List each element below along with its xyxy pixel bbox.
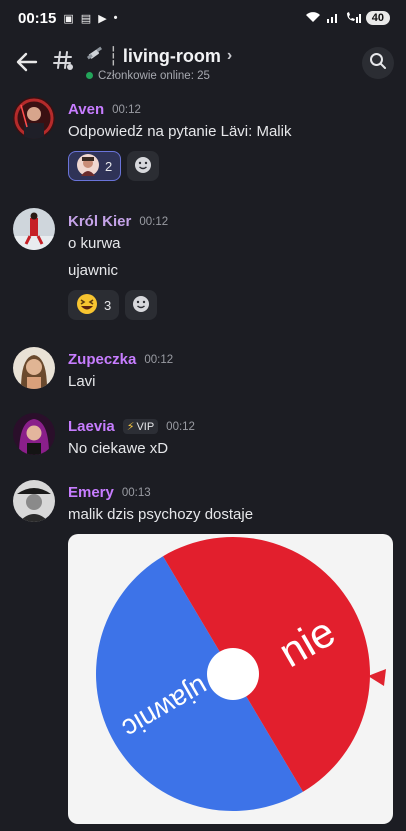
avatar[interactable] [13, 208, 55, 250]
notification-dot-icon: • [113, 12, 118, 24]
username[interactable]: Laevia [68, 418, 115, 435]
lightning-icon: ⚡ [126, 421, 135, 433]
vip-badge[interactable]: ⚡ VIP [122, 419, 159, 434]
add-reaction-icon [131, 294, 151, 317]
avatar[interactable] [13, 413, 55, 455]
signal-icon [326, 11, 340, 26]
message-text: Lavi [68, 373, 96, 390]
screenshot-icon: ▣ [63, 12, 74, 25]
reaction-count: 2 [105, 158, 113, 174]
call-signal-icon [345, 11, 361, 26]
message-text: No ciekawe xD [68, 440, 169, 457]
wheel-center [207, 648, 259, 700]
avatar[interactable] [13, 347, 55, 389]
satellite-emoji-icon [86, 45, 104, 68]
wheel-pointer-icon [368, 669, 386, 686]
reaction-chip[interactable]: 2 [68, 151, 122, 181]
avatar[interactable] [13, 480, 55, 522]
timestamp: 00:12 [144, 353, 174, 366]
channel-name: living-room [122, 45, 221, 66]
online-dot-icon [86, 72, 93, 79]
username[interactable]: Aven [68, 101, 104, 118]
members-online-count: Członkowie online: 25 [98, 69, 210, 82]
add-reaction-button[interactable] [125, 290, 158, 320]
battery-level: 40 [365, 11, 390, 25]
timestamp: 00:12 [112, 103, 141, 116]
username[interactable]: Zupeczka [68, 351, 136, 368]
channel-header: ┆ living-room › Członkowie online: 25 [0, 36, 406, 90]
avatar-emoji-icon [77, 153, 99, 179]
avatar[interactable] [13, 97, 55, 139]
gallery-icon: ▤ [80, 12, 92, 25]
chevron-right-icon: › [226, 47, 233, 64]
channel-info[interactable]: ┆ living-room › Członkowie online: 25 [86, 45, 362, 82]
message-text: o kurwa [68, 235, 121, 252]
reaction-count: 3 [104, 297, 112, 313]
youtube-icon: ▶ [98, 12, 107, 25]
message-text: Odpowiedź na pytanie Lävi: Malik [68, 123, 292, 140]
vip-badge-label: VIP [136, 420, 155, 433]
username[interactable]: Emery [68, 484, 114, 501]
reaction-chip[interactable]: 3 [68, 290, 120, 320]
timestamp: 00:13 [121, 486, 151, 499]
channel-hash-icon [52, 49, 80, 78]
message-text: ujawnic [68, 262, 119, 279]
message-text: malik dzis psychozy dostaje [68, 506, 254, 523]
back-arrow-icon[interactable] [16, 50, 48, 76]
timestamp: 00:12 [166, 420, 195, 433]
search-icon [369, 52, 387, 75]
add-reaction-icon [133, 155, 153, 178]
search-button[interactable] [362, 47, 394, 79]
status-bar: 00:15 ▣ ▤ ▶ • 40 [0, 0, 406, 36]
spin-wheel: nie ujawnic [96, 536, 386, 812]
username[interactable]: Król Kier [68, 213, 131, 230]
status-time: 00:15 [18, 9, 57, 27]
grin-squint-emoji-icon [76, 293, 98, 318]
add-reaction-button[interactable] [127, 151, 160, 181]
wifi-icon [305, 11, 321, 26]
timestamp: 00:12 [139, 215, 169, 228]
image-attachment[interactable]: nie ujawnic [68, 534, 393, 824]
divider-icon: ┆ [108, 45, 119, 66]
